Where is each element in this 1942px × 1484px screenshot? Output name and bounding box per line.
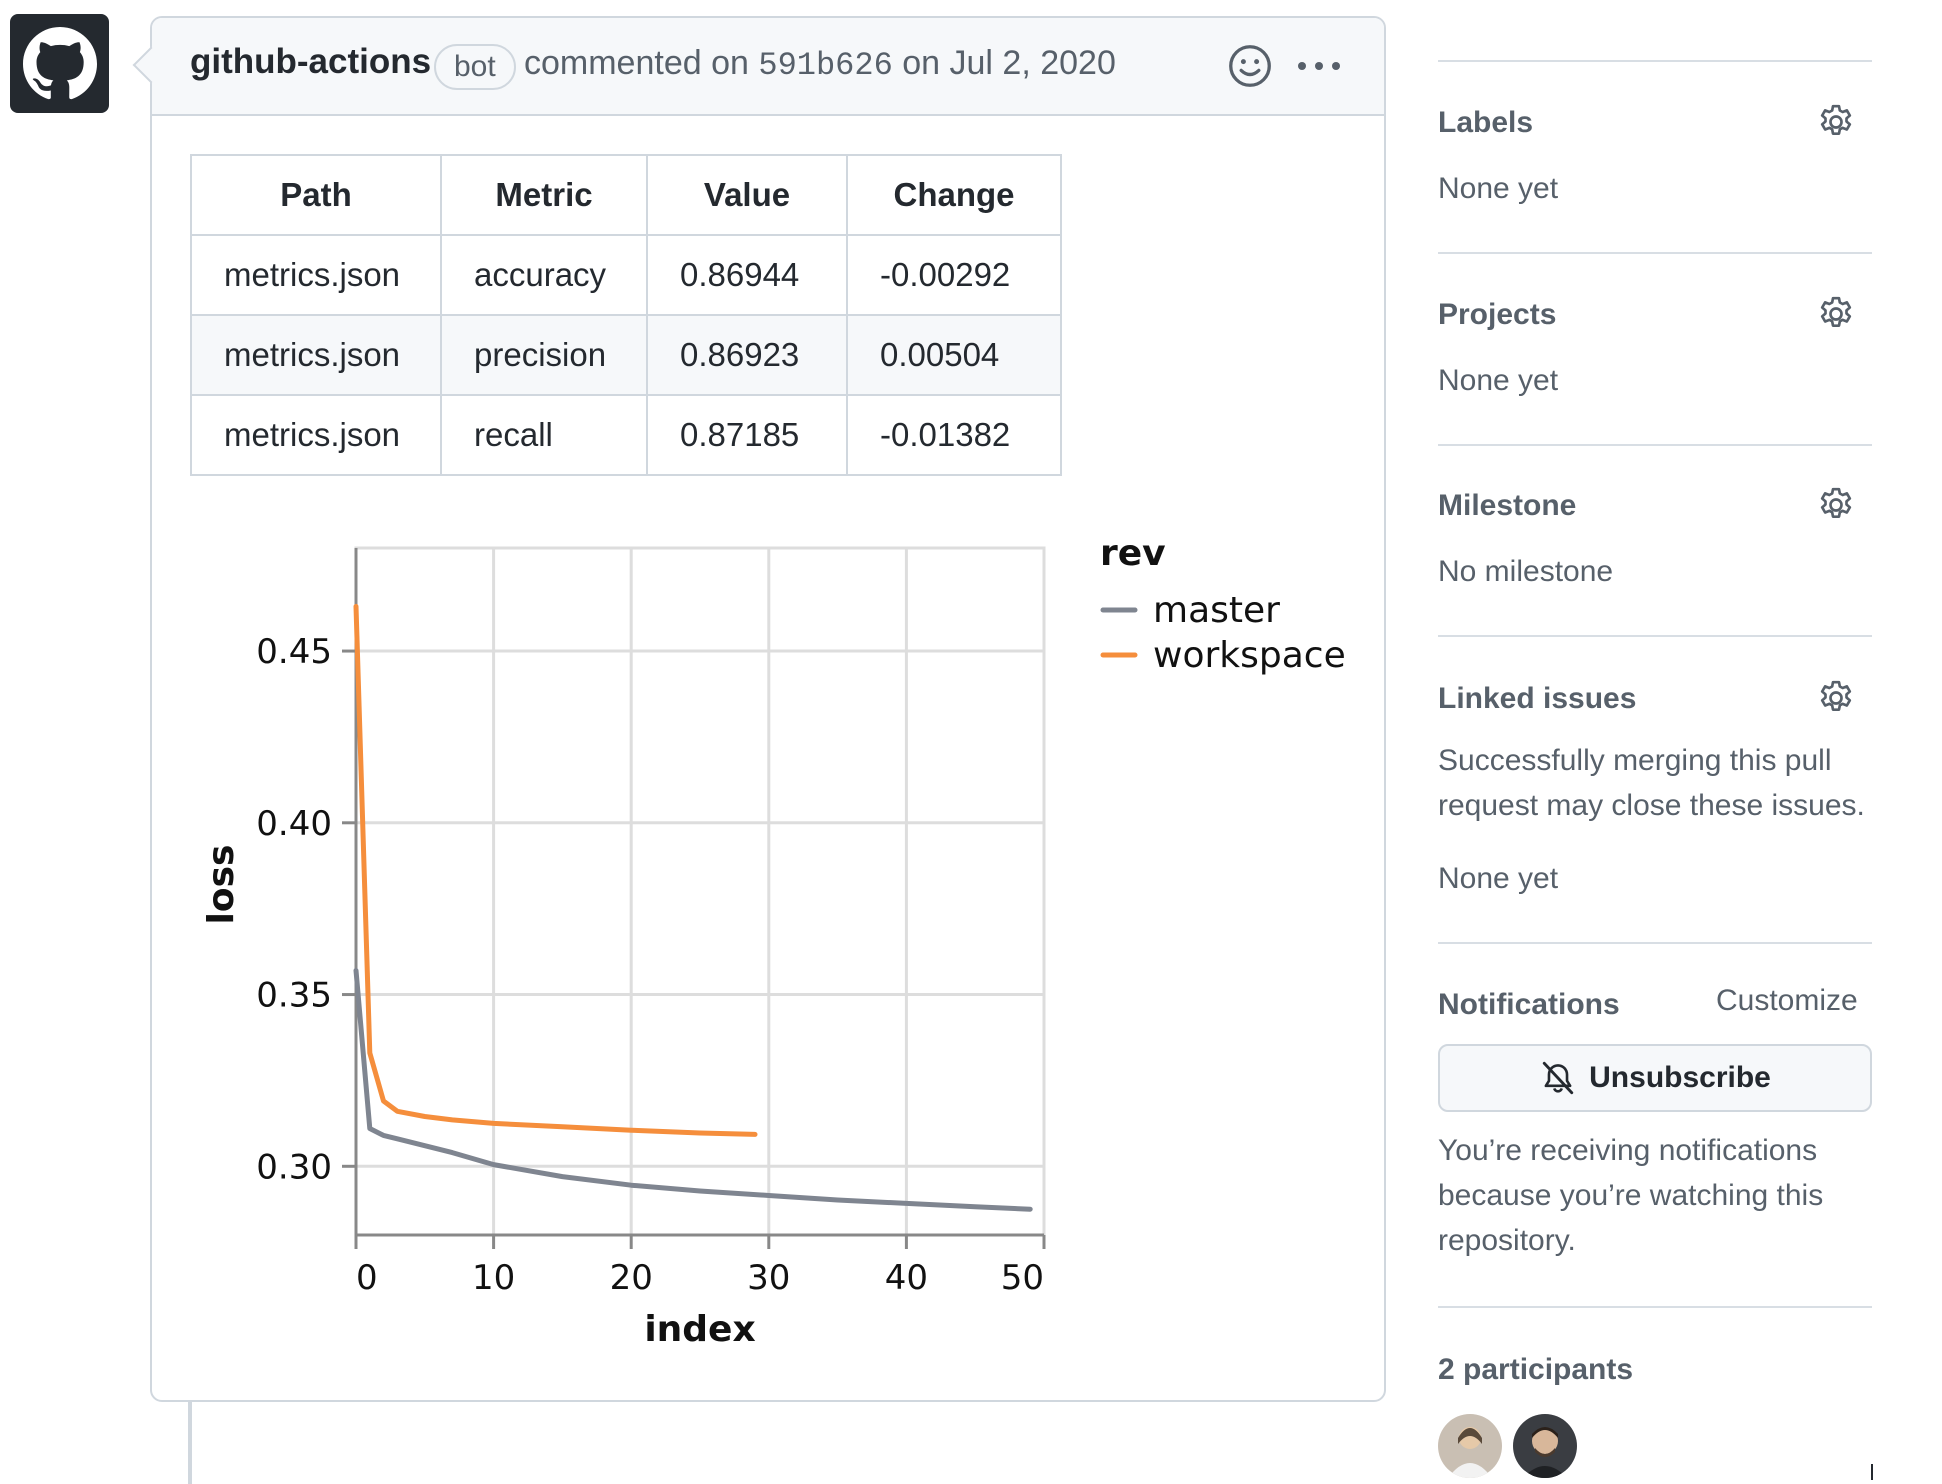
unsubscribe-label: Unsubscribe — [1589, 1061, 1771, 1094]
y-tick-label: 0.35 — [256, 976, 332, 1016]
table-row: metrics.json recall 0.87185 -0.01382 — [190, 394, 1062, 476]
x-tick-label: 50 — [1001, 1258, 1044, 1298]
sidebar: Labels None yet Projects None yet Milest… — [1438, 0, 1876, 1484]
milestone-gear-icon[interactable] — [1816, 485, 1856, 525]
loss-chart: 0 10 20 30 40 50 0.30 0.35 0.40 0.45 index loss rev… — [201, 533, 1346, 1350]
linked-issues-heading[interactable]: Linked issues — [1438, 682, 1636, 716]
labels-heading[interactable]: Labels — [1438, 106, 1533, 140]
x-tick-label: 0 — [356, 1258, 378, 1298]
table-cell: 0.86944 — [646, 234, 848, 316]
commit-sha-link[interactable]: 591b626 — [758, 47, 892, 84]
milestone-heading[interactable]: Milestone — [1438, 489, 1576, 523]
comment-pointer — [132, 46, 170, 84]
table-cell: -0.00292 — [846, 234, 1062, 316]
table-cell: recall — [440, 394, 648, 476]
y-tick-label: 0.40 — [256, 804, 332, 844]
y-axis-title: loss — [201, 845, 242, 925]
participants-heading: 2 participants — [1438, 1353, 1634, 1386]
linked-issues-gear-icon[interactable] — [1816, 678, 1856, 718]
x-tick-label: 20 — [610, 1258, 653, 1298]
github-actions-avatar[interactable] — [10, 14, 109, 113]
projects-heading[interactable]: Projects — [1438, 298, 1556, 332]
sidebar-divider — [1438, 60, 1872, 62]
table-cell: precision — [440, 314, 648, 396]
more-options-icon[interactable] — [1294, 44, 1344, 88]
add-reaction-icon[interactable] — [1228, 44, 1272, 88]
comment-header: github-actions bot commented on 591b626 … — [132, 18, 1384, 116]
labels-value: None yet — [1438, 172, 1559, 205]
y-tick-label: 0.30 — [256, 1147, 332, 1187]
table-header-change: Change — [846, 154, 1062, 236]
timeline-line — [188, 1400, 192, 1484]
notifications-reason: You’re receiving notifications because y… — [1438, 1134, 1824, 1257]
table-row: metrics.json precision 0.86923 0.00504 — [190, 314, 1062, 396]
table-header-row: Path Metric Value Change — [190, 154, 1062, 236]
sidebar-divider — [1438, 635, 1872, 637]
comment-date[interactable]: on Jul 2, 2020 — [902, 44, 1116, 82]
comment-meta: commented on 591b626 on Jul 2, 2020 — [524, 44, 1116, 84]
sidebar-divider — [1438, 942, 1872, 944]
x-tick-label: 40 — [885, 1258, 928, 1298]
table-cell: metrics.json — [190, 234, 442, 316]
table-header-metric: Metric — [440, 154, 648, 236]
unsubscribe-button[interactable]: Unsubscribe — [1438, 1044, 1872, 1112]
legend-label-workspace: workspace — [1153, 635, 1346, 676]
bell-slash-icon — [1542, 1061, 1574, 1095]
customize-link[interactable]: Customize — [1716, 984, 1858, 1018]
participant-avatar[interactable] — [1513, 1414, 1577, 1478]
participant-photo-2 — [1513, 1414, 1577, 1478]
chart-axes: 0 10 20 30 40 50 0.30 0.35 0.40 0.45 index loss — [201, 548, 1046, 1350]
participant-avatar[interactable] — [1438, 1414, 1502, 1478]
github-logo-icon — [22, 26, 97, 99]
milestone-value: No milestone — [1438, 555, 1614, 588]
linked-issues-value: None yet — [1438, 862, 1559, 895]
notifications-heading: Notifications — [1438, 988, 1620, 1021]
table-cell: 0.86923 — [646, 314, 848, 396]
bot-badge: bot — [434, 44, 516, 90]
table-cell: metrics.json — [190, 394, 442, 476]
sidebar-divider — [1438, 1306, 1872, 1308]
table-cell: accuracy — [440, 234, 648, 316]
metrics-table: Path Metric Value Change metrics.json ac… — [190, 154, 1062, 476]
chart-legend: rev masterworkspace — [1100, 533, 1346, 676]
sidebar-divider — [1438, 252, 1872, 254]
legend-label-master: master — [1153, 590, 1280, 631]
legend-title: rev — [1100, 533, 1166, 574]
table-cell: -0.01382 — [846, 394, 1062, 476]
sidebar-divider — [1438, 444, 1872, 446]
text-cursor — [1871, 1464, 1873, 1480]
series-line-master — [353, 968, 1033, 1212]
page: github-actions bot commented on 591b626 … — [0, 0, 1942, 1484]
comment-action: commented on — [524, 44, 749, 82]
table-cell: 0.00504 — [846, 314, 1062, 396]
table-header-value: Value — [646, 154, 848, 236]
table-cell: 0.87185 — [646, 394, 848, 476]
series-line-workspace — [353, 603, 758, 1137]
table-cell: metrics.json — [190, 314, 442, 396]
table-header-path: Path — [190, 154, 442, 236]
x-axis-title: index — [644, 1309, 755, 1350]
x-tick-label: 30 — [747, 1258, 790, 1298]
comment-author-link[interactable]: github-actions — [190, 42, 431, 82]
projects-gear-icon[interactable] — [1816, 294, 1856, 334]
x-tick-label: 10 — [472, 1258, 515, 1298]
participant-photo-1 — [1438, 1414, 1502, 1478]
table-row: metrics.json accuracy 0.86944 -0.00292 — [190, 234, 1062, 316]
projects-value: None yet — [1438, 364, 1559, 397]
y-tick-label: 0.45 — [256, 632, 332, 672]
labels-gear-icon[interactable] — [1816, 102, 1856, 142]
chart-series — [353, 603, 1033, 1212]
linked-issues-description: Successfully merging this pull request m… — [1438, 744, 1865, 822]
